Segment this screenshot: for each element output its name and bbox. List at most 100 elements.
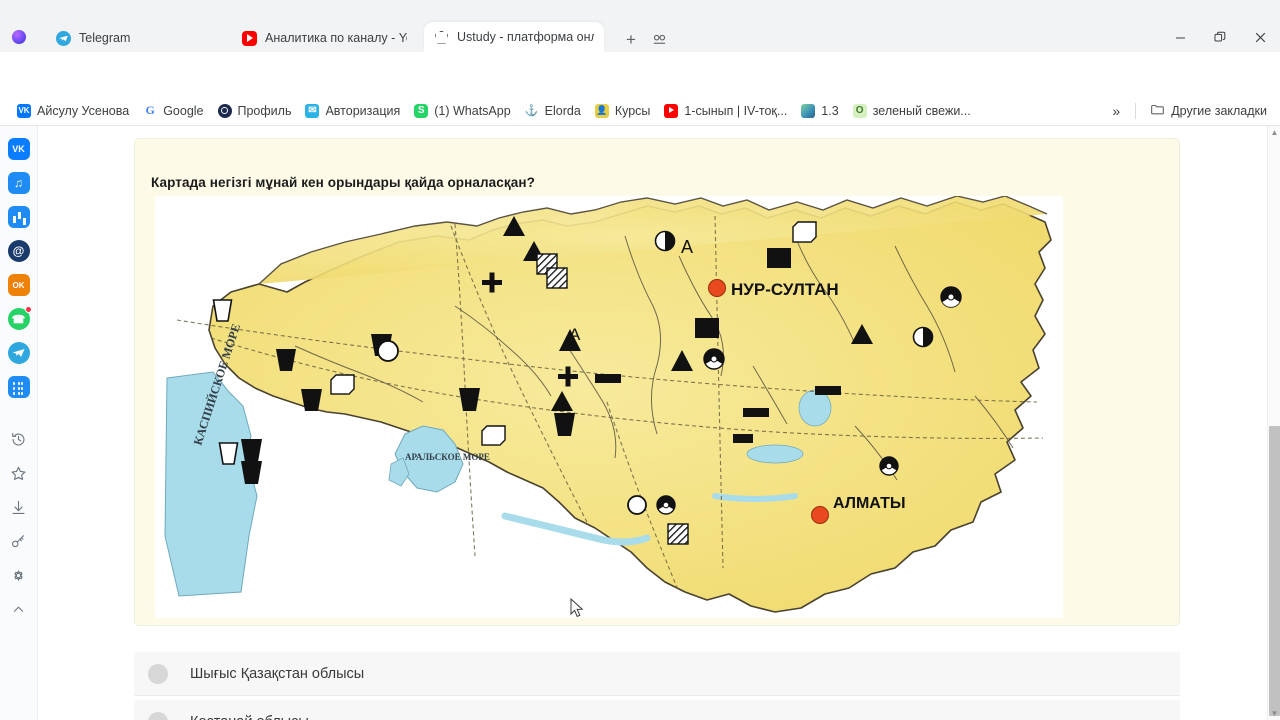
aral-sea-label: АРАЛЬСКОЕ МОРЕ: [405, 452, 490, 462]
sidebar-stats-chart-icon[interactable]: [7, 206, 30, 228]
black-bar-symbol: [733, 434, 753, 443]
bookmarks-overflow-button[interactable]: »: [1104, 100, 1128, 122]
scroll-down-arrow[interactable]: ▼: [1268, 707, 1280, 720]
google-icon: G: [143, 103, 158, 118]
circle-symbol: [627, 495, 647, 515]
notification-badge: [24, 306, 32, 313]
vk-icon: VK: [17, 103, 31, 118]
hatched-symbol: [667, 523, 689, 545]
close-button[interactable]: [1240, 22, 1280, 52]
bookmarks-overflow-group: » Другие закладки: [1104, 99, 1280, 123]
bookmark-label: (1) WhatsApp: [434, 103, 511, 118]
other-bookmarks-button[interactable]: Другие закладки: [1143, 99, 1274, 123]
whatsapp-icon: S: [414, 103, 429, 118]
vk-sidebar: VK: [0, 126, 38, 720]
tab-youtube-analytics[interactable]: Аналитика по каналу - YouTu: [232, 24, 417, 52]
black-box-symbol: [767, 248, 791, 268]
oil-symbol-outline: [218, 442, 239, 465]
radio-button[interactable]: [148, 663, 168, 684]
folder-icon: [1150, 102, 1165, 120]
sidebar-telegram-icon[interactable]: [7, 342, 30, 364]
bookmark-item[interactable]: S (1) WhatsApp: [407, 101, 517, 121]
courses-icon: [594, 103, 609, 118]
answer-option-row[interactable]: Қостанай облысы: [134, 700, 1180, 720]
bookmark-item[interactable]: ⚓ Elorda: [518, 101, 588, 121]
browser-toolbar: Не защищено | u-edu.kz/testing/process: [0, 52, 1280, 136]
halfcircle-symbol: [912, 326, 934, 348]
sidebar-collapse-chevron-icon[interactable]: [8, 598, 30, 620]
scroll-up-arrow[interactable]: ▲: [1268, 126, 1280, 139]
answer-option-label: Шығыс Қазақстан облысы: [190, 665, 365, 682]
answer-option-row[interactable]: Шығыс Қазақстан облысы: [134, 652, 1180, 696]
image-icon: [801, 103, 816, 118]
white-box-symbol: [481, 425, 506, 446]
sidebar-settings-gear-icon[interactable]: [8, 564, 30, 586]
elorda-icon: ⚓: [524, 103, 539, 118]
sidebar-list-icon[interactable]: [7, 376, 30, 398]
sidebar-key-icon[interactable]: [8, 530, 30, 552]
hatched-symbol: [546, 267, 568, 289]
sidebar-vk-logo-icon[interactable]: VK: [7, 138, 30, 160]
bookmark-item[interactable]: O зеленый свежи...: [846, 101, 978, 121]
window-controls: [1160, 22, 1280, 52]
bookmark-label: Авторизация: [325, 103, 401, 118]
browser-window: Telegram Аналитика по каналу - YouTu Ust…: [0, 0, 1280, 720]
radiation-symbol: [879, 456, 899, 476]
sidebar-downloads-icon[interactable]: [8, 496, 30, 518]
youtube-icon: [242, 30, 257, 46]
sidebar-music-icon[interactable]: [7, 172, 30, 194]
black-bar-symbol: [595, 374, 621, 383]
sidebar-mail-at-icon[interactable]: [7, 240, 30, 262]
radiation-symbol: [940, 286, 962, 308]
black-bar-symbol: [743, 408, 769, 417]
question-card: Картада негізгі мұнай кен орындары қайда…: [134, 138, 1180, 626]
tab-strip: Telegram Аналитика по каналу - YouTu Ust…: [0, 0, 1280, 52]
kazakhstan-map-svg: НУР-СУЛТАН АЛМАТЫ КАСПИЙСКОЕ МОРЕ АРАЛЬС…: [155, 196, 1063, 618]
tab-title: Telegram: [79, 31, 131, 45]
other-bookmarks-label: Другие закладки: [1171, 103, 1267, 118]
white-box-symbol: [792, 221, 817, 243]
black-box-symbol: [695, 318, 719, 338]
browser-logo-icon: [12, 30, 26, 44]
bookmark-label: Айсулу Усенова: [37, 103, 130, 118]
bookmark-label: Курсы: [614, 103, 651, 118]
sidebar-whatsapp-icon[interactable]: [7, 306, 32, 330]
tab-search-icon[interactable]: [648, 28, 670, 50]
page-content: Картада негізгі мұнай кен орындары қайда…: [38, 126, 1268, 720]
scrollbar-thumb[interactable]: [1269, 426, 1280, 716]
tab-title: Аналитика по каналу - YouTu: [265, 31, 407, 45]
tab-title: Ustudy - платформа онлайн: [457, 30, 594, 44]
bookmark-label: Google: [163, 103, 204, 118]
bookmark-item[interactable]: VK Айсулу Усенова: [10, 101, 136, 121]
letter-a-symbol: A: [681, 237, 693, 257]
maximize-restore-button[interactable]: [1200, 22, 1240, 52]
radiation-symbol: [703, 348, 725, 370]
sidebar-odnoklassniki-icon[interactable]: [7, 274, 30, 296]
page-scrollbar[interactable]: ▲ ▼: [1267, 126, 1280, 720]
radio-button[interactable]: [148, 711, 168, 720]
sidebar-favorites-star-icon[interactable]: [8, 462, 30, 484]
divider: [1135, 102, 1137, 119]
city-label: АЛМАТЫ: [833, 495, 906, 512]
minimize-button[interactable]: [1160, 22, 1200, 52]
sidebar-history-icon[interactable]: [8, 428, 30, 450]
bookmark-label: 1-сынып | IV-тоқ...: [684, 103, 788, 118]
question-map-image: НУР-СУЛТАН АЛМАТЫ КАСПИЙСКОЕ МОРЕ АРАЛЬС…: [155, 196, 1063, 618]
bookmark-item[interactable]: Авторизация: [298, 101, 407, 121]
tab-telegram[interactable]: Telegram: [46, 24, 196, 52]
bookmark-item[interactable]: 1.3: [794, 101, 845, 121]
bookmark-label: Elorda: [544, 103, 581, 118]
mail-icon: [305, 103, 320, 118]
youtube-icon: [664, 103, 679, 118]
oil-symbol-outline: [212, 299, 233, 322]
black-bar-symbol: [815, 386, 841, 395]
bookmark-item[interactable]: 1-сынып | IV-тоқ...: [657, 101, 794, 121]
bookmark-item[interactable]: Курсы: [588, 101, 658, 121]
bookmark-item[interactable]: Профиль: [211, 101, 299, 121]
ustudy-icon: [434, 30, 449, 45]
bookmark-item[interactable]: G Google: [136, 101, 210, 121]
new-tab-button[interactable]: +: [620, 28, 642, 50]
white-box-symbol: [330, 374, 355, 395]
tab-ustudy[interactable]: Ustudy - платформа онлайн: [424, 22, 604, 52]
bookmarks-bar: VK Айсулу Усенова G Google Профиль Автор…: [0, 96, 1280, 126]
